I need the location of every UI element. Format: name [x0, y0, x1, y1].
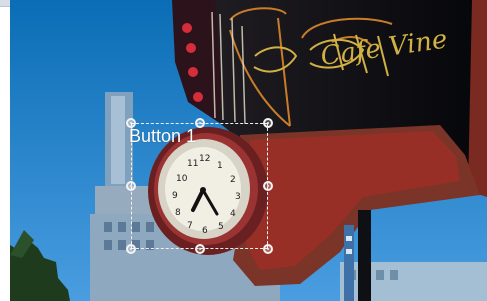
resize-handle-middle-left[interactable]	[126, 181, 136, 191]
resize-handle-top-right[interactable]	[263, 118, 273, 128]
selected-button-label[interactable]: Button 1	[129, 126, 196, 147]
resize-handle-top-left[interactable]	[126, 118, 136, 128]
left-panel-edge	[0, 0, 10, 301]
editor-canvas[interactable]: Cafe Vine 12 1 2 3 4 5 6 7 8 9 10 11 But…	[0, 0, 487, 301]
resize-handle-middle-right[interactable]	[263, 181, 273, 191]
resize-handle-top-center[interactable]	[195, 118, 205, 128]
resize-handle-bottom-left[interactable]	[126, 244, 136, 254]
resize-handle-bottom-center[interactable]	[195, 244, 205, 254]
resize-handle-bottom-right[interactable]	[263, 244, 273, 254]
